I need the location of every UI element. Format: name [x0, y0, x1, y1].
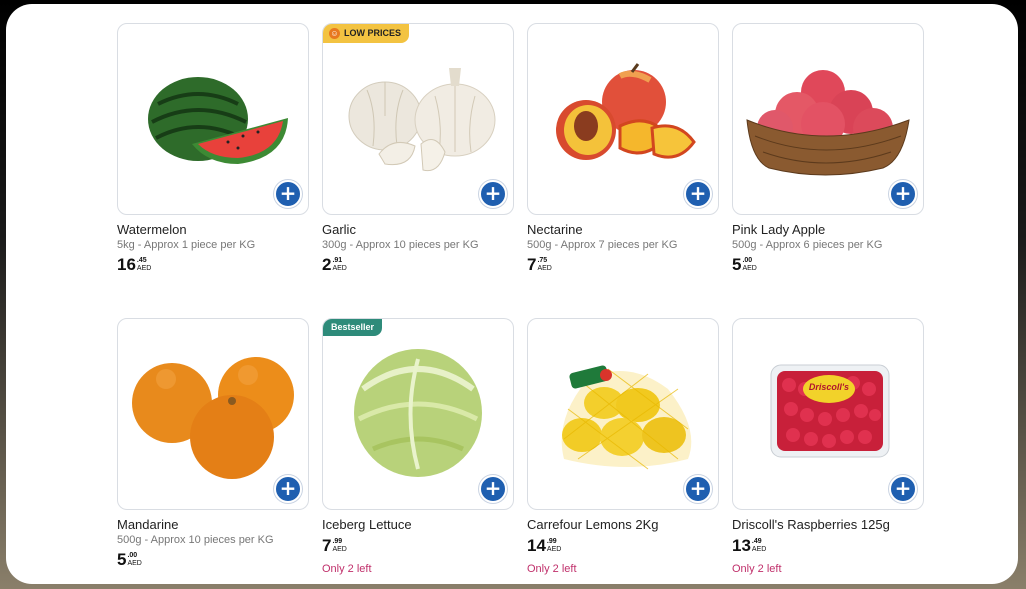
price-decimal: .75 — [537, 257, 548, 264]
price-decimal: .00 — [742, 257, 753, 264]
product-description: 500g - Approx 6 pieces per KG — [732, 239, 883, 251]
price-integer: 7 — [322, 536, 332, 555]
product-card[interactable]: + Carrefour Lemons 2Kg 14 .99 AED Only 2 … — [527, 318, 719, 584]
product-card[interactable]: + Nectarine 500g - Approx 7 pieces per K… — [527, 23, 719, 318]
price-integer: 5 — [117, 550, 127, 569]
product-price: 7 .99 AED — [322, 537, 514, 555]
product-name[interactable]: Nectarine — [527, 222, 719, 237]
add-to-cart-button[interactable]: + — [479, 180, 507, 208]
product-grid-panel: + Watermelon 5kg - Approx 1 piece per KG… — [6, 4, 1018, 584]
price-decimal: .49 — [751, 538, 762, 545]
add-to-cart-button[interactable]: + — [479, 475, 507, 503]
product-name[interactable]: Iceberg Lettuce — [322, 517, 514, 532]
product-image-box[interactable]: + — [527, 318, 719, 510]
add-to-cart-button[interactable]: + — [889, 180, 917, 208]
price-currency: AED — [127, 560, 142, 567]
product-image-box[interactable]: + — [732, 23, 924, 215]
price-decimal: .00 — [127, 552, 138, 559]
product-name[interactable]: Carrefour Lemons 2Kg — [527, 517, 719, 532]
price-currency: AED — [136, 265, 152, 272]
product-description: 300g - Approx 10 pieces per KG — [322, 239, 479, 251]
price-currency: AED — [751, 546, 767, 553]
product-image-box[interactable]: Driscoll's + — [732, 318, 924, 510]
product-price: 13 .49 AED — [732, 537, 924, 555]
smile-icon: ☺ — [329, 28, 340, 39]
bestseller-badge: Bestseller — [323, 319, 383, 336]
product-name[interactable]: Pink Lady Apple — [732, 222, 924, 237]
product-image-box[interactable]: + — [527, 23, 719, 215]
price-integer: 16 — [117, 255, 136, 274]
price-currency: AED — [546, 546, 562, 553]
product-card[interactable]: Bestseller + Iceberg Lettuce 7 .99 AED On… — [322, 318, 514, 584]
add-to-cart-button[interactable]: + — [274, 180, 302, 208]
product-price: 16 .45 AED — [117, 256, 309, 274]
add-to-cart-button[interactable]: + — [684, 475, 712, 503]
product-card[interactable]: ☺ LOW PRICES + Garlic 300g - Approx 10 p… — [322, 23, 514, 318]
package-logo: Driscoll's — [808, 382, 850, 392]
price-decimal: .99 — [332, 538, 343, 545]
price-decimal: .99 — [546, 538, 557, 545]
price-decimal: .91 — [332, 257, 343, 264]
add-to-cart-button[interactable]: + — [684, 180, 712, 208]
stock-warning: Only 2 left — [527, 563, 577, 575]
price-integer: 14 — [527, 536, 546, 555]
product-price: 5 .00 AED — [732, 256, 924, 274]
price-currency: AED — [537, 265, 552, 272]
product-grid: + Watermelon 5kg - Approx 1 piece per KG… — [117, 23, 924, 584]
price-decimal: .45 — [136, 257, 147, 264]
product-price: 7 .75 AED — [527, 256, 719, 274]
product-name[interactable]: Driscoll's Raspberries 125g — [732, 517, 924, 532]
price-integer: 5 — [732, 255, 742, 274]
product-card[interactable]: Driscoll's + Driscoll's Raspberries 125g… — [732, 318, 924, 584]
product-image-box[interactable]: Bestseller + — [322, 318, 514, 510]
product-description: 500g - Approx 10 pieces per KG — [117, 534, 274, 546]
product-description: 5kg - Approx 1 piece per KG — [117, 239, 256, 251]
product-card[interactable]: + Watermelon 5kg - Approx 1 piece per KG… — [117, 23, 309, 318]
product-name[interactable]: Mandarine — [117, 517, 309, 532]
product-image-box[interactable]: ☺ LOW PRICES + — [322, 23, 514, 215]
add-to-cart-button[interactable]: + — [274, 475, 302, 503]
price-currency: AED — [742, 265, 757, 272]
product-price: 2 .91 AED — [322, 256, 514, 274]
product-name[interactable]: Garlic — [322, 222, 514, 237]
product-image-box[interactable]: + — [117, 318, 309, 510]
stock-warning: Only 2 left — [322, 563, 372, 575]
product-price: 14 .99 AED — [527, 537, 719, 555]
price-integer: 2 — [322, 255, 332, 274]
product-name[interactable]: Watermelon — [117, 222, 309, 237]
price-integer: 13 — [732, 536, 751, 555]
price-integer: 7 — [527, 255, 537, 274]
product-card[interactable]: + Pink Lady Apple 500g - Approx 6 pieces… — [732, 23, 924, 318]
add-to-cart-button[interactable]: + — [889, 475, 917, 503]
low-prices-badge: ☺ LOW PRICES — [323, 24, 410, 43]
product-price: 5 .00 AED — [117, 551, 309, 569]
price-currency: AED — [332, 265, 347, 272]
product-image-box[interactable]: + — [117, 23, 309, 215]
product-card[interactable]: + Mandarine 500g - Approx 10 pieces per … — [117, 318, 309, 584]
stock-warning: Only 2 left — [732, 563, 782, 575]
price-currency: AED — [332, 546, 347, 553]
product-description: 500g - Approx 7 pieces per KG — [527, 239, 678, 251]
